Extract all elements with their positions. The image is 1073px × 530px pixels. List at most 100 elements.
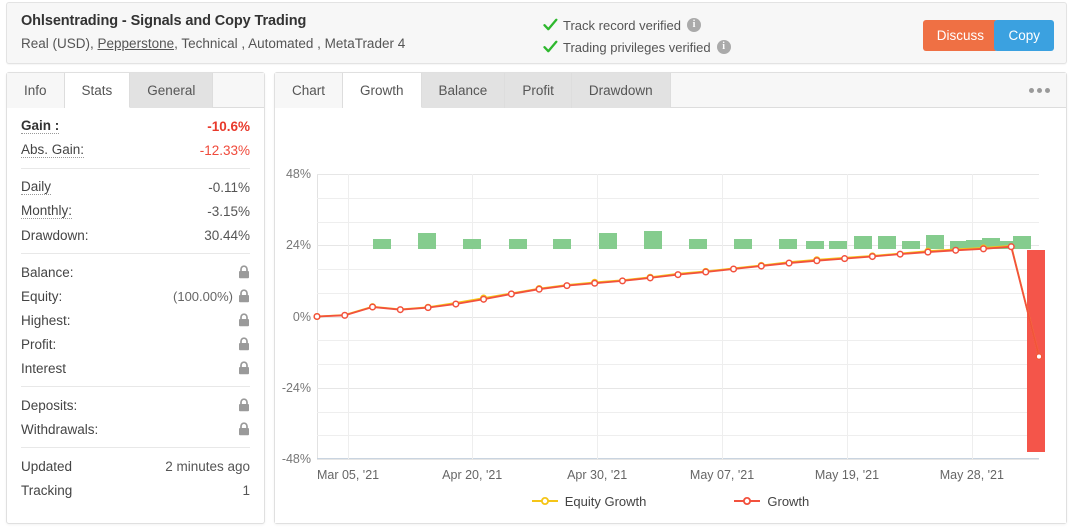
verification-list: Track record verified i Trading privileg… xyxy=(543,15,731,59)
data-point[interactable] xyxy=(924,248,932,256)
page-title: Ohlsentrading - Signals and Copy Trading xyxy=(21,13,307,29)
data-point[interactable] xyxy=(313,312,321,321)
stat-row-gain: Gain : -10.6% xyxy=(21,114,250,138)
data-point[interactable] xyxy=(674,271,682,279)
stats-group-performance: Daily -0.11% Monthly: -3.15% Drawdown: 3… xyxy=(7,175,264,247)
x-axis-tick-label: May 28, '21 xyxy=(939,468,1004,482)
lock-icon xyxy=(238,422,250,436)
x-axis-tick-label: Apr 30, '21 xyxy=(567,468,628,482)
broker-link[interactable]: Pepperstone xyxy=(98,36,175,51)
tab-info[interactable]: Info xyxy=(7,73,65,108)
data-point[interactable] xyxy=(1007,243,1015,251)
verification-label: Trading privileges verified xyxy=(563,39,711,55)
x-axis-tick-label: May 07, '21 xyxy=(689,468,755,482)
data-point[interactable] xyxy=(979,245,988,253)
data-point[interactable] xyxy=(841,255,849,263)
stats-panel: Info Stats General Gain : -10.6% Abs. Ga… xyxy=(6,72,265,524)
stat-label: Balance: xyxy=(21,264,74,280)
data-point[interactable] xyxy=(396,306,404,314)
growth-chart: 48% 24% 0% -24% -48% Mar 05, '21 Apr 20, '21 A… xyxy=(275,108,1066,523)
lock-icon xyxy=(238,398,250,412)
data-point[interactable] xyxy=(1035,353,1043,361)
stat-label: Interest xyxy=(21,360,67,376)
legend-item-equity-growth[interactable]: Equity Growth xyxy=(531,494,646,509)
tab-growth[interactable]: Growth xyxy=(343,73,422,108)
data-point[interactable] xyxy=(341,311,349,319)
divider xyxy=(21,447,250,448)
stats-tab-bar: Info Stats General xyxy=(7,73,264,108)
stat-value: -3.15% xyxy=(207,203,250,219)
stat-row-equity: Equity: (100.00%) xyxy=(21,284,250,308)
data-point[interactable] xyxy=(618,277,627,285)
data-point[interactable] xyxy=(785,259,793,267)
copy-button[interactable]: Copy xyxy=(994,20,1054,51)
y-axis-tick-label: -48% xyxy=(281,452,311,466)
account-stats-page: Ohlsentrading - Signals and Copy Trading… xyxy=(0,0,1073,530)
data-point[interactable] xyxy=(952,246,960,254)
data-point[interactable] xyxy=(868,252,876,261)
data-point[interactable] xyxy=(507,290,515,298)
data-point[interactable] xyxy=(729,265,738,273)
data-point[interactable] xyxy=(563,282,571,290)
account-header: Ohlsentrading - Signals and Copy Trading… xyxy=(6,2,1067,64)
stat-value-text: (100.00%) xyxy=(173,288,233,304)
gridline-horizontal xyxy=(317,459,1039,460)
verification-row: Trading privileges verified i xyxy=(543,37,731,57)
stat-label[interactable]: Monthly: xyxy=(21,203,73,219)
y-axis-tick-label: 24% xyxy=(285,238,311,253)
divider xyxy=(21,386,250,387)
stat-row-daily: Daily -0.11% xyxy=(21,175,250,199)
tab-drawdown[interactable]: Drawdown xyxy=(571,73,671,108)
stat-label: Withdrawals: xyxy=(21,421,99,437)
tab-profit[interactable]: Profit xyxy=(505,73,572,108)
chart-panel: Chart Growth Balance Profit Drawdown 48%… xyxy=(274,72,1067,524)
discuss-button[interactable]: Discuss xyxy=(922,20,998,51)
tab-balance[interactable]: Balance xyxy=(421,73,506,108)
data-point[interactable] xyxy=(535,285,543,293)
data-point[interactable] xyxy=(452,300,460,308)
data-point[interactable] xyxy=(896,250,904,258)
lock-icon xyxy=(238,289,250,303)
legend-item-growth[interactable]: Growth xyxy=(734,494,809,509)
x-axis-tick-label: May 19, '21 xyxy=(814,468,880,482)
data-point[interactable] xyxy=(646,274,654,282)
data-point[interactable] xyxy=(368,303,377,311)
series-layer xyxy=(313,243,1043,361)
account-type: Real (USD), xyxy=(21,36,94,51)
divider xyxy=(21,168,250,169)
verification-label: Track record verified xyxy=(563,17,681,33)
tab-chart[interactable]: Chart xyxy=(275,73,344,108)
stat-label: Profit: xyxy=(21,336,57,352)
data-point[interactable] xyxy=(480,295,488,303)
stat-label[interactable]: Abs. Gain: xyxy=(21,142,85,158)
stats-group-funding: Deposits: Withdrawals: xyxy=(7,393,264,441)
data-point[interactable] xyxy=(813,257,821,265)
stat-label: Deposits: xyxy=(21,397,78,413)
data-point[interactable] xyxy=(591,279,599,287)
lock-icon xyxy=(238,361,250,375)
stat-label[interactable]: Daily xyxy=(21,179,52,195)
stat-row-deposits: Deposits: xyxy=(21,393,250,417)
data-point[interactable] xyxy=(757,262,765,270)
tab-general[interactable]: General xyxy=(130,73,214,108)
stat-label: Updated xyxy=(21,458,73,474)
stat-label[interactable]: Gain : xyxy=(21,118,60,134)
dots-menu-icon[interactable] xyxy=(1022,73,1056,108)
stat-value: -10.6% xyxy=(207,118,250,134)
stat-value: 30.44% xyxy=(204,227,250,243)
stats-list: Gain : -10.6% Abs. Gain: -12.33% Daily -… xyxy=(7,108,264,502)
chart-legend: Equity Growth Growth xyxy=(275,494,1066,509)
lock-icon xyxy=(238,337,250,351)
data-point[interactable] xyxy=(424,304,432,312)
chart-tab-bar: Chart Growth Balance Profit Drawdown xyxy=(275,73,1066,108)
verification-row: Track record verified i xyxy=(543,15,731,35)
data-point[interactable] xyxy=(702,268,710,276)
stats-group-gain: Gain : -10.6% Abs. Gain: -12.33% xyxy=(7,114,264,162)
stat-row-tracking: Tracking 1 xyxy=(21,478,250,502)
account-tags: , Technical , Automated , MetaTrader 4 xyxy=(174,36,406,51)
info-icon[interactable]: i xyxy=(687,18,701,32)
tab-stats[interactable]: Stats xyxy=(64,73,131,108)
info-icon[interactable]: i xyxy=(716,40,731,54)
stat-value: 2 minutes ago xyxy=(165,458,250,474)
stat-value xyxy=(233,313,250,327)
